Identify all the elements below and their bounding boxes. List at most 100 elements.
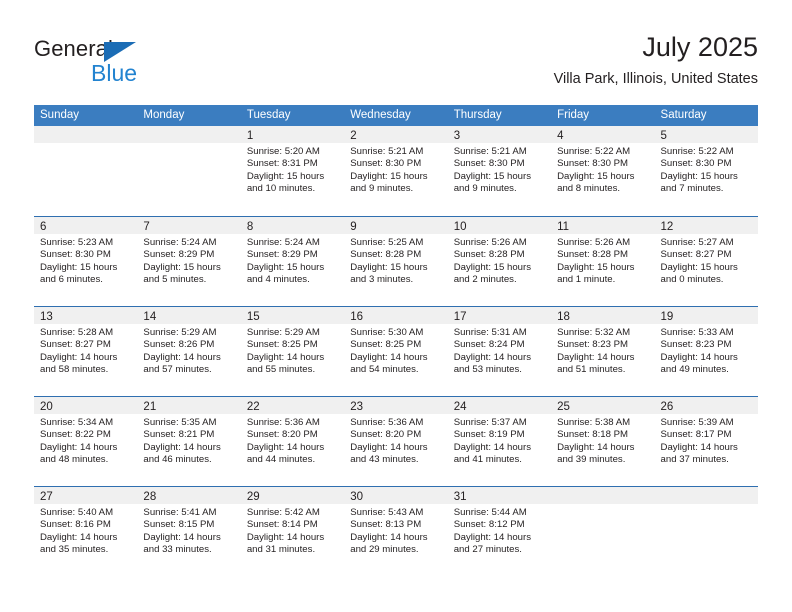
day-cell[interactable]: 24 Sunrise: 5:37 AM Sunset: 8:19 PM Dayl… <box>447 397 552 486</box>
day-number-band <box>34 126 138 143</box>
day-number: 19 <box>660 311 674 323</box>
day-cell[interactable] <box>34 126 138 216</box>
day-number-band: 14 <box>137 307 241 324</box>
sunrise-text: Sunrise: 5:32 AM <box>557 327 631 338</box>
day-cell[interactable]: 21 Sunrise: 5:35 AM Sunset: 8:21 PM Dayl… <box>137 397 241 486</box>
day-number-band: 28 <box>137 487 241 504</box>
day-cell[interactable]: 7 Sunrise: 5:24 AM Sunset: 8:29 PM Dayli… <box>137 217 241 306</box>
day-cell[interactable] <box>137 126 241 216</box>
day-cell[interactable]: 23 Sunrise: 5:36 AM Sunset: 8:20 PM Dayl… <box>344 397 448 486</box>
sunrise-text: Sunrise: 5:40 AM <box>40 507 114 518</box>
day-cell[interactable]: 10 Sunrise: 5:26 AM Sunset: 8:28 PM Dayl… <box>447 217 552 306</box>
sunset-text: Sunset: 8:30 PM <box>350 158 422 170</box>
day-info: Sunrise: 5:33 AM Sunset: 8:23 PM Dayligh… <box>655 324 758 377</box>
day-cell[interactable]: 12 Sunrise: 5:27 AM Sunset: 8:27 PM Dayl… <box>654 217 758 306</box>
day-cell[interactable]: 22 Sunrise: 5:36 AM Sunset: 8:20 PM Dayl… <box>240 397 345 486</box>
day-cell[interactable]: 14 Sunrise: 5:29 AM Sunset: 8:26 PM Dayl… <box>137 307 241 396</box>
day-info <box>137 143 240 146</box>
day-cell[interactable]: 26 Sunrise: 5:39 AM Sunset: 8:17 PM Dayl… <box>654 397 758 486</box>
day-info: Sunrise: 5:37 AM Sunset: 8:19 PM Dayligh… <box>448 414 551 467</box>
day-cell[interactable]: 2 Sunrise: 5:21 AM Sunset: 8:30 PM Dayli… <box>344 126 448 216</box>
daylight-text-line1: Daylight: 14 hours <box>557 441 635 453</box>
day-cell[interactable]: 8 Sunrise: 5:24 AM Sunset: 8:29 PM Dayli… <box>240 217 345 306</box>
day-cell[interactable]: 13 Sunrise: 5:28 AM Sunset: 8:27 PM Dayl… <box>34 307 138 396</box>
logo-triangle-icon <box>104 42 136 62</box>
calendar-page: General Blue July 2025 Villa Park, Illin… <box>0 0 792 612</box>
day-info: Sunrise: 5:21 AM Sunset: 8:30 PM Dayligh… <box>448 143 551 196</box>
day-info: Sunrise: 5:36 AM Sunset: 8:20 PM Dayligh… <box>344 414 447 467</box>
daylight-text-line2: and 58 minutes. <box>40 364 109 376</box>
daylight-text-line2: and 39 minutes. <box>557 454 626 466</box>
day-cell[interactable]: 27 Sunrise: 5:40 AM Sunset: 8:16 PM Dayl… <box>34 487 138 576</box>
day-cell[interactable]: 11 Sunrise: 5:26 AM Sunset: 8:28 PM Dayl… <box>551 217 655 306</box>
sunset-text: Sunset: 8:23 PM <box>557 339 629 351</box>
day-cell[interactable]: 4 Sunrise: 5:22 AM Sunset: 8:30 PM Dayli… <box>551 126 655 216</box>
day-cell[interactable]: 29 Sunrise: 5:42 AM Sunset: 8:14 PM Dayl… <box>240 487 345 576</box>
day-number-band: 12 <box>654 217 758 234</box>
day-cell[interactable]: 6 Sunrise: 5:23 AM Sunset: 8:30 PM Dayli… <box>34 217 138 306</box>
day-info: Sunrise: 5:39 AM Sunset: 8:17 PM Dayligh… <box>655 414 758 467</box>
daylight-text-line1: Daylight: 14 hours <box>143 351 221 363</box>
day-cell[interactable] <box>654 487 758 576</box>
sunrise-text: Sunrise: 5:42 AM <box>246 507 320 518</box>
weekday-header-sunday: Sunday <box>40 109 80 121</box>
week-row: 20 Sunrise: 5:34 AM Sunset: 8:22 PM Dayl… <box>34 396 758 486</box>
sunset-text: Sunset: 8:28 PM <box>557 249 629 261</box>
daylight-text-line2: and 2 minutes. <box>453 274 517 286</box>
day-number: 1 <box>246 130 254 142</box>
weekday-header-monday: Monday <box>143 109 185 121</box>
daylight-text-line1: Daylight: 15 hours <box>246 170 325 182</box>
general-blue-logo[interactable]: General Blue <box>34 36 254 96</box>
day-number-band: 27 <box>34 487 138 504</box>
day-cell[interactable]: 5 Sunrise: 5:22 AM Sunset: 8:30 PM Dayli… <box>654 126 758 216</box>
day-number: 6 <box>40 221 47 233</box>
daylight-text-line1: Daylight: 15 hours <box>246 261 325 273</box>
day-info: Sunrise: 5:43 AM Sunset: 8:13 PM Dayligh… <box>344 504 447 557</box>
day-number-band: 1 <box>240 126 345 143</box>
day-info: Sunrise: 5:22 AM Sunset: 8:30 PM Dayligh… <box>551 143 654 196</box>
daylight-text-line2: and 9 minutes. <box>350 183 414 195</box>
day-number-band: 9 <box>344 217 448 234</box>
sunrise-text: Sunrise: 5:25 AM <box>350 237 424 248</box>
sunset-text: Sunset: 8:27 PM <box>660 249 732 261</box>
day-cell[interactable]: 9 Sunrise: 5:25 AM Sunset: 8:28 PM Dayli… <box>344 217 448 306</box>
day-number: 21 <box>143 401 157 413</box>
daylight-text-line1: Daylight: 14 hours <box>40 351 118 363</box>
day-info: Sunrise: 5:24 AM Sunset: 8:29 PM Dayligh… <box>137 234 240 287</box>
day-cell[interactable]: 31 Sunrise: 5:44 AM Sunset: 8:12 PM Dayl… <box>447 487 552 576</box>
sunrise-text: Sunrise: 5:39 AM <box>660 417 734 428</box>
day-cell[interactable]: 3 Sunrise: 5:21 AM Sunset: 8:30 PM Dayli… <box>447 126 552 216</box>
day-number-band: 3 <box>447 126 552 143</box>
day-cell[interactable]: 19 Sunrise: 5:33 AM Sunset: 8:23 PM Dayl… <box>654 307 758 396</box>
sunset-text: Sunset: 8:25 PM <box>350 339 422 351</box>
week-row: 13 Sunrise: 5:28 AM Sunset: 8:27 PM Dayl… <box>34 306 758 396</box>
logo-text-general: General <box>34 36 113 61</box>
sunset-text: Sunset: 8:29 PM <box>246 249 318 261</box>
page-title: July 2025 <box>642 32 758 62</box>
day-cell[interactable]: 20 Sunrise: 5:34 AM Sunset: 8:22 PM Dayl… <box>34 397 138 486</box>
sunset-text: Sunset: 8:30 PM <box>40 249 111 261</box>
day-cell[interactable]: 15 Sunrise: 5:29 AM Sunset: 8:25 PM Dayl… <box>240 307 345 396</box>
week-row: 27 Sunrise: 5:40 AM Sunset: 8:16 PM Dayl… <box>34 486 758 576</box>
daylight-text-line1: Daylight: 15 hours <box>660 261 738 273</box>
daylight-text-line1: Daylight: 14 hours <box>40 531 118 543</box>
day-cell[interactable] <box>551 487 655 576</box>
day-cell[interactable]: 17 Sunrise: 5:31 AM Sunset: 8:24 PM Dayl… <box>447 307 552 396</box>
daylight-text-line2: and 9 minutes. <box>453 183 517 195</box>
daylight-text-line2: and 53 minutes. <box>453 364 522 376</box>
daylight-text-line1: Daylight: 15 hours <box>557 170 635 182</box>
day-info: Sunrise: 5:26 AM Sunset: 8:28 PM Dayligh… <box>448 234 551 287</box>
day-number: 22 <box>246 401 260 413</box>
day-cell[interactable]: 25 Sunrise: 5:38 AM Sunset: 8:18 PM Dayl… <box>551 397 655 486</box>
sunset-text: Sunset: 8:30 PM <box>557 158 629 170</box>
sunset-text: Sunset: 8:22 PM <box>40 429 111 441</box>
day-cell[interactable]: 30 Sunrise: 5:43 AM Sunset: 8:13 PM Dayl… <box>344 487 448 576</box>
day-number: 27 <box>40 491 53 503</box>
day-cell[interactable]: 16 Sunrise: 5:30 AM Sunset: 8:25 PM Dayl… <box>344 307 448 396</box>
day-cell[interactable]: 1 Sunrise: 5:20 AM Sunset: 8:31 PM Dayli… <box>240 126 345 216</box>
sunset-text: Sunset: 8:18 PM <box>557 429 629 441</box>
daylight-text-line1: Daylight: 15 hours <box>557 261 635 273</box>
day-cell[interactable]: 28 Sunrise: 5:41 AM Sunset: 8:15 PM Dayl… <box>137 487 241 576</box>
daylight-text-line2: and 8 minutes. <box>557 183 621 195</box>
day-cell[interactable]: 18 Sunrise: 5:32 AM Sunset: 8:23 PM Dayl… <box>551 307 655 396</box>
